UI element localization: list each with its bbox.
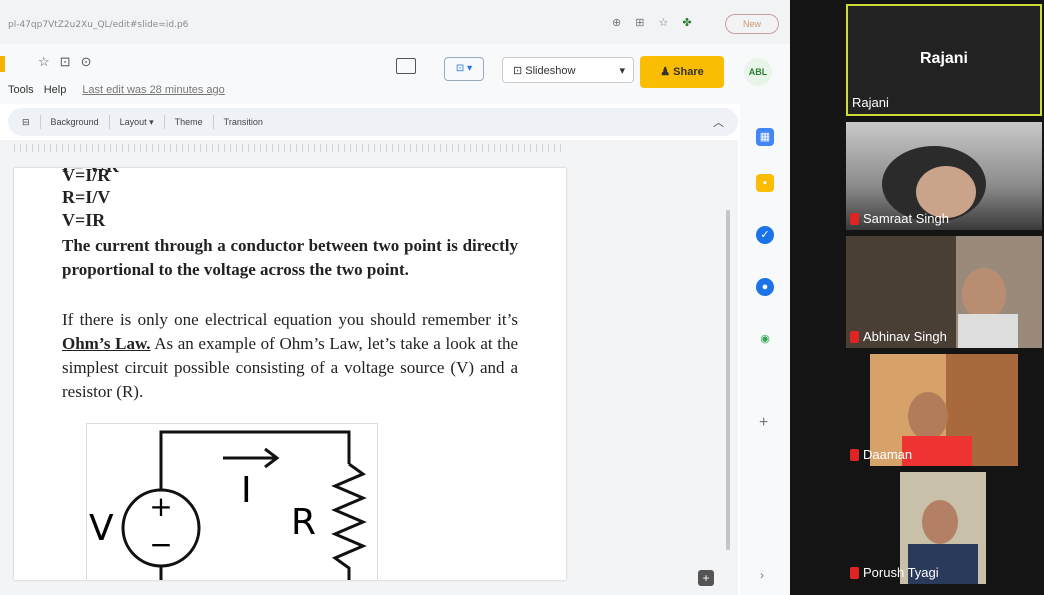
participant-name: Porush Tyagi [850, 565, 939, 580]
last-edit-link[interactable]: Last edit was 28 minutes ago [82, 84, 224, 96]
plus-sign: + [149, 490, 172, 523]
chevron-right-icon[interactable]: › [760, 568, 764, 582]
share-label: Share [673, 66, 704, 78]
participant-tile[interactable]: Daaman [846, 354, 1042, 466]
divider [108, 115, 110, 129]
star-icon[interactable]: ☆ [38, 54, 50, 70]
participant-name: Daaman [850, 447, 912, 462]
participant-name: Abhinav Singh [850, 329, 947, 344]
slide-canvas: I = V/R V=I/R R=I/V V=IR The current thr… [0, 140, 738, 595]
share-button[interactable]: ♟ Share [640, 56, 724, 88]
minus-sign: − [149, 528, 172, 561]
participant-name-large: Rajani [919, 50, 968, 67]
participant-tile[interactable]: Porush Tyagi [846, 472, 1042, 584]
slideshow-icon: ⊡ [513, 65, 526, 77]
law-statement: The current through a conductor between … [62, 236, 518, 279]
comment-add-icon[interactable]: ⊟ [22, 117, 30, 128]
participant-name: Rajani [852, 95, 889, 110]
new-version-button[interactable]: New [725, 14, 779, 34]
menu-bar: Tools Help Last edit was 28 minutes ago [8, 84, 225, 96]
address-bar[interactable]: pl-47qp7VtZ2u2Xu_QL/edit#slide=id.p6 ⊕ ⊞… [0, 0, 790, 45]
add-slide-icon[interactable]: + [698, 570, 714, 586]
bookmark-star-icon[interactable]: ☆ [658, 16, 668, 29]
contacts-icon[interactable]: ● [756, 278, 774, 296]
zoom-icon[interactable]: ⊕ [612, 16, 621, 29]
formula-line: V=IR [62, 210, 106, 230]
toolbar-layout[interactable]: Layout ▾ [120, 117, 154, 128]
side-panel: ▦ ▪ ✓ ● ◉ + › [740, 104, 790, 595]
address-bar-icons: ⊕ ⊞ ☆ ✤ [612, 16, 692, 29]
chevron-down-icon[interactable]: ▾ [619, 58, 625, 84]
comment-icon[interactable] [396, 58, 416, 74]
slides-logo-icon[interactable] [0, 56, 5, 72]
browser-window: pl-47qp7VtZ2u2Xu_QL/edit#slide=id.p6 ⊕ ⊞… [0, 0, 790, 595]
participant-name-label: Porush Tyagi [863, 565, 939, 580]
ohm-paragraph: If there is only one electrical equation… [62, 308, 518, 404]
formula-line: R=I/V [62, 187, 111, 207]
label-v: V [89, 508, 114, 549]
divider [163, 115, 165, 129]
keep-icon[interactable]: ▪ [756, 174, 774, 192]
calendar-icon[interactable]: ▦ [756, 128, 774, 146]
slideshow-button[interactable]: ⊡ Slideshow ▾ [502, 57, 634, 83]
mic-muted-icon [850, 566, 859, 579]
label-r: R [291, 502, 316, 543]
account-avatar[interactable]: ABL [744, 58, 772, 86]
divider [212, 115, 214, 129]
doc-title-icons: ☆ ⊡ ⊙ [38, 54, 91, 70]
mic-muted-icon [850, 212, 859, 225]
para-text: If there is only one electrical equation… [62, 310, 518, 329]
ohms-law-text: Ohm’s Law. [62, 334, 151, 353]
vertical-scrollbar[interactable] [726, 210, 730, 550]
menu-tools[interactable]: Tools [8, 84, 34, 96]
formula-line: V=I/R [62, 168, 111, 185]
participant-name-label: Daaman [863, 447, 913, 462]
mic-muted-icon [850, 448, 859, 461]
maps-icon[interactable]: ◉ [756, 330, 774, 348]
participant-name-label: Abhinav Singh [863, 329, 947, 344]
participant-name-label: Samraat Singh [863, 211, 949, 226]
toolbar-transition[interactable]: Transition [224, 117, 263, 127]
add-addon-icon[interactable]: + [759, 414, 768, 432]
mic-muted-icon [850, 330, 859, 343]
url-text[interactable]: pl-47qp7VtZ2u2Xu_QL/edit#slide=id.p6 [8, 20, 188, 30]
collapse-toolbar-icon[interactable]: ︿ [713, 114, 724, 130]
toolbar-theme[interactable]: Theme [175, 117, 203, 127]
install-icon[interactable]: ⊞ [635, 16, 644, 29]
person-icon: ♟ [660, 66, 674, 78]
present-options-button[interactable]: ⊡ ▾ [444, 57, 484, 81]
tasks-icon[interactable]: ✓ [756, 226, 774, 244]
cloud-status-icon[interactable]: ⊙ [81, 54, 92, 70]
label-i: I [241, 470, 252, 511]
toolbar-background[interactable]: Background [51, 117, 99, 127]
menu-help[interactable]: Help [44, 84, 67, 96]
slide-toolbar: ⊟ Background Layout ▾ Theme Transition ︿ [8, 108, 738, 136]
participant-name-label: Rajani [852, 95, 889, 110]
participant-name: Samraat Singh [850, 211, 949, 226]
circuit-diagram: + − V I R [89, 430, 367, 580]
slide[interactable]: I = V/R V=I/R R=I/V V=IR The current thr… [14, 168, 566, 580]
move-folder-icon[interactable]: ⊡ [60, 54, 71, 70]
resistor-symbol [331, 462, 367, 580]
divider [39, 115, 41, 129]
participant-tile[interactable]: Rajani Rajani [846, 4, 1042, 116]
circuit-image[interactable]: + − V I R [86, 423, 378, 580]
docs-header: ☆ ⊡ ⊙ Tools Help Last edit was 28 minute… [0, 44, 790, 104]
participant-tile[interactable]: Samraat Singh [846, 122, 1042, 230]
participant-tile[interactable]: Abhinav Singh [846, 236, 1042, 348]
slideshow-label: Slideshow [525, 65, 576, 77]
extension-icon[interactable]: ✤ [682, 16, 691, 29]
ruler [14, 144, 564, 152]
